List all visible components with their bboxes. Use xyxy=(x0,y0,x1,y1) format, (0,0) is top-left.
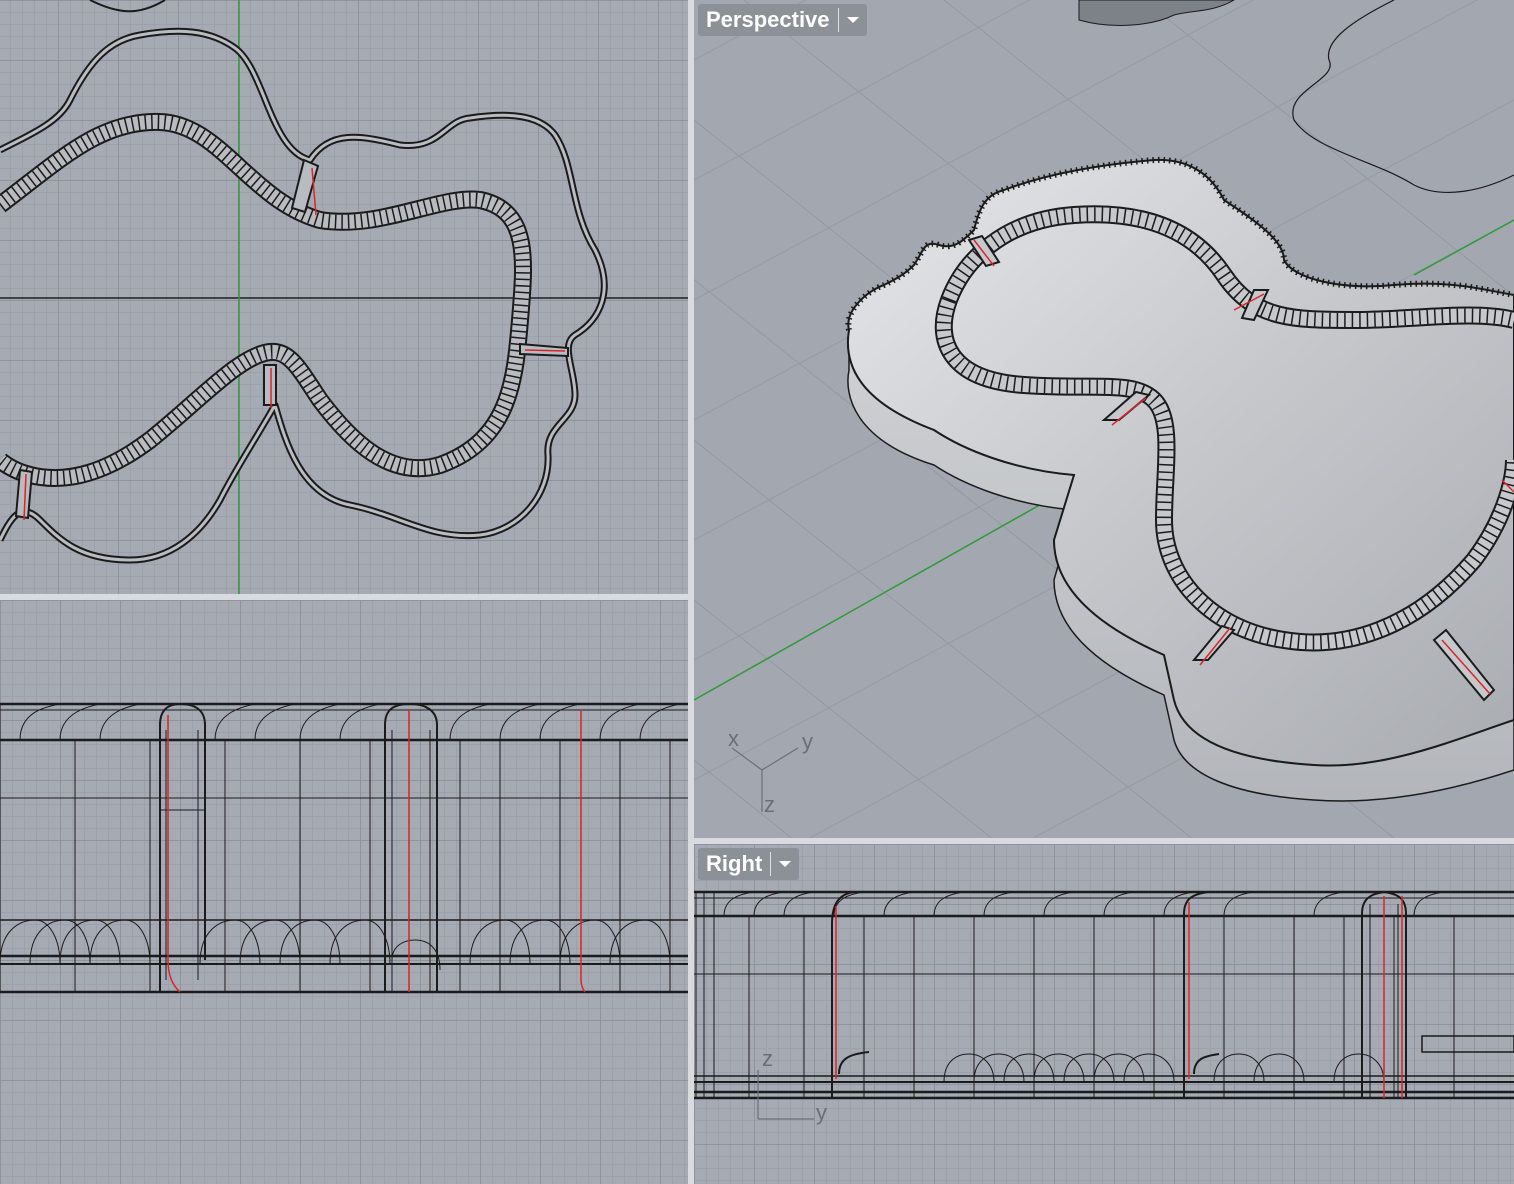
right-view-geometry xyxy=(694,890,1514,1120)
gizmo-x-label: x xyxy=(728,726,739,751)
chevron-down-icon[interactable] xyxy=(771,848,799,880)
right-viewport-title[interactable]: Right xyxy=(698,848,770,880)
viewport-splitter-vertical[interactable] xyxy=(688,0,694,1184)
gizmo-z-label: z xyxy=(762,1046,773,1071)
perspective-viewport-tab[interactable]: Perspective xyxy=(698,4,867,36)
y-axis-line xyxy=(694,479,1085,701)
viewport-right[interactable]: Right z y xyxy=(694,844,1514,1184)
chevron-down-icon[interactable] xyxy=(839,4,867,36)
viewport-front[interactable] xyxy=(0,600,688,1184)
front-view-geometry xyxy=(0,702,688,994)
right-viewport-tab[interactable]: Right xyxy=(698,848,800,880)
gizmo-z-label: z xyxy=(764,792,775,817)
viewport-splitter-left[interactable] xyxy=(0,594,688,600)
gizmo-y-label: y xyxy=(802,729,813,754)
viewport-perspective[interactable]: Perspective x y z xyxy=(694,0,1514,838)
axis-gizmo-right xyxy=(757,1070,814,1120)
viewport-top[interactable] xyxy=(0,0,688,594)
red-edges xyxy=(835,896,1403,1098)
perspective-viewport-title[interactable]: Perspective xyxy=(698,4,838,36)
red-edges xyxy=(167,710,586,993)
viewport-splitter-right[interactable] xyxy=(694,838,1514,844)
perspective-geometry xyxy=(694,0,1514,838)
top-view-geometry xyxy=(0,0,688,594)
gizmo-y-label: y xyxy=(816,1100,827,1125)
